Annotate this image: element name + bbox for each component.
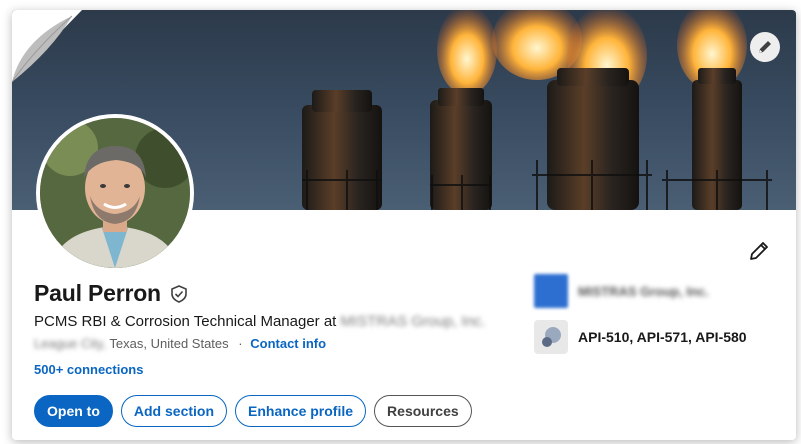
headline-company: MISTRAS Group, Inc.: [340, 313, 486, 330]
location-region: Texas, United States: [109, 336, 229, 351]
contact-info-link[interactable]: Contact info: [250, 336, 326, 351]
certifications-text: API-510, API-571, API-580: [578, 329, 747, 345]
resources-button[interactable]: Resources: [374, 395, 472, 427]
name-row: Paul Perron: [34, 280, 189, 307]
certifications-item[interactable]: API-510, API-571, API-580: [534, 320, 747, 354]
profile-actions: Open to Add section Enhance profile Reso…: [34, 395, 472, 427]
location-city: League City,: [34, 336, 107, 351]
add-section-button[interactable]: Add section: [120, 395, 228, 427]
profile-headline: PCMS RBI & Corrosion Technical Manager a…: [34, 313, 486, 330]
edit-banner-button[interactable]: [750, 32, 780, 62]
connections-link[interactable]: 500+ connections: [34, 362, 143, 377]
company-name: MISTRAS Group, Inc.: [578, 283, 709, 299]
open-to-button[interactable]: Open to: [34, 395, 113, 427]
pencil-icon: [750, 242, 768, 260]
location-separator: ·: [238, 336, 243, 351]
profile-card: Paul Perron PCMS RBI & Corrosion Technic…: [12, 10, 796, 440]
pencil-icon: [759, 41, 771, 53]
headline-text: PCMS RBI & Corrosion Technical Manager a…: [34, 313, 337, 330]
company-logo: [534, 274, 568, 308]
profile-name: Paul Perron: [34, 280, 161, 306]
profile-photo[interactable]: [36, 114, 194, 272]
shield-check-icon[interactable]: [169, 284, 189, 304]
enhance-profile-button[interactable]: Enhance profile: [235, 395, 367, 427]
certification-logo-icon: [534, 320, 568, 354]
current-company[interactable]: MISTRAS Group, Inc.: [534, 274, 709, 308]
page-curl-decoration: [12, 10, 82, 82]
profile-location: League City, Texas, United States · Cont…: [34, 336, 326, 351]
edit-profile-button[interactable]: [746, 238, 772, 264]
